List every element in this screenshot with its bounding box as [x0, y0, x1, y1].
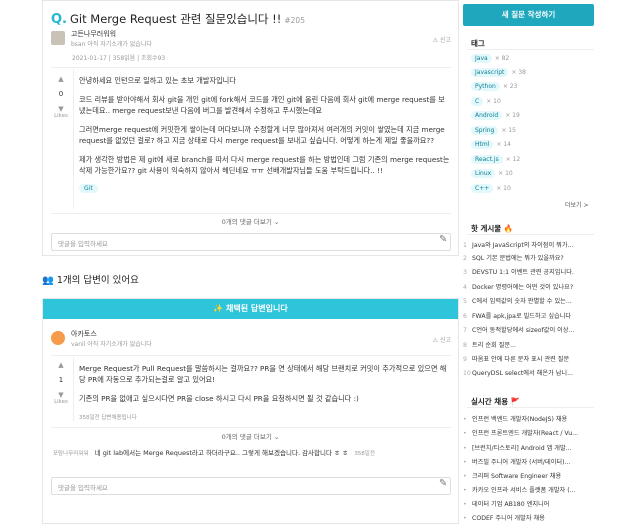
job-item[interactable]: • 인프런 프론트엔드 개발자(React / Vu...	[463, 428, 594, 437]
question-card: Q. Git Merge Request 관련 질문있습니다 !! #205 고든나…	[42, 0, 459, 256]
jobs-heading: 실시간 채용 🚩	[471, 397, 521, 406]
job-item[interactable]: • [브런치/티스토리] Android 앱 개발...	[463, 443, 594, 452]
question-author: 고든나무러워워 bsan 아직 자기소개가 없습니다 ⚠ 신고	[51, 29, 451, 49]
job-item[interactable]: • 크리퍼 Software Engineer 채용	[463, 471, 594, 480]
accepted-banner: ✨ 채택된 답변입니다	[43, 299, 458, 319]
upvote-icon[interactable]: ▲	[51, 75, 71, 83]
question-body: 안녕하세요 인턴으로 일하고 있는 초보 개발자입니다 코드 리뷰를 받아야해서…	[79, 76, 450, 193]
vote-divider	[73, 69, 74, 209]
divider	[467, 407, 594, 408]
hot-post-item[interactable]: 5 C에서 입력값의 숫자 판별할 수 있는...	[463, 296, 594, 305]
tag-cpp[interactable]: C++ × 10	[471, 184, 511, 193]
tag-android[interactable]: Android × 19	[471, 111, 520, 120]
comment-input[interactable]: 댓글을 입력하세요	[51, 477, 451, 495]
answer-card: ✨ 채택된 답변입니다 아카토스 vanil 아직 자기소개가 없습니다 ⚠ 신…	[42, 298, 459, 524]
likes-label: Likes	[54, 399, 68, 405]
more-comments-link[interactable]: 0개의 댓글 더보기 ⌄	[43, 431, 458, 441]
hot-post-item[interactable]: 4 Docker 명령어에는 어떤 것이 있나요?	[463, 282, 594, 291]
tag-python[interactable]: Python × 23	[471, 82, 517, 91]
author-name[interactable]: 아카토스	[71, 329, 97, 339]
main-content: Q. Git Merge Request 관련 질문있습니다 !! #205 고든나…	[42, 0, 459, 524]
report-button[interactable]: ⚠ 신고	[433, 35, 451, 44]
vote-count: 0	[58, 90, 64, 98]
report-button[interactable]: ⚠ 신고	[433, 335, 451, 344]
answer-body: Merge Request가 Pull Request를 말씀하시는 걸까요??…	[79, 364, 447, 403]
answer-vote: ▲ 1 ▼ Likes	[51, 361, 71, 405]
comment-text: 네 git lab에서는 Merge Request라고 하더라구요.. 그렇게…	[94, 449, 349, 457]
answer-meta: 358일전 답변채용됩니다	[79, 415, 137, 421]
tag-linux[interactable]: Linux × 10	[471, 169, 513, 178]
comment-item: 포탐나무러워워 네 git lab에서는 Merge Request라고 하더라…	[53, 447, 453, 459]
hot-post-item[interactable]: 2 SQL 기본 문법에는 뭐가 있을까요?	[463, 253, 594, 262]
comment-author[interactable]: 포탐나무러워워	[53, 451, 88, 457]
q-logo-icon: Q.	[51, 12, 67, 27]
tag-git[interactable]: Git	[79, 184, 98, 193]
vote-divider	[73, 357, 74, 421]
job-item[interactable]: • 데이터 기업 AB180 엔지니어	[463, 499, 594, 508]
hot-post-item[interactable]: 1 Java와 JavaScript의 차이점이 뭐가...	[463, 240, 594, 249]
divider	[51, 67, 451, 68]
vote-count: 1	[58, 376, 64, 384]
new-question-button[interactable]: 새 질문 작성하기	[463, 4, 594, 26]
hot-post-item[interactable]: 7 C언어 동적할당에서 sizeof값이 이상...	[463, 325, 594, 334]
divider	[467, 49, 594, 50]
job-item[interactable]: • 카카오 인프라 서비스 플랫폼 개발자 (...	[463, 485, 594, 494]
tag-spring[interactable]: Spring × 15	[471, 126, 516, 135]
hot-post-item[interactable]: 10QueryDSL select에서 해온가 납니...	[463, 368, 594, 377]
tag-reactjs[interactable]: React.js × 12	[471, 155, 520, 164]
comment-input[interactable]: 댓글을 입력하세요	[51, 233, 451, 251]
tags-more-link[interactable]: 더보기 >	[565, 200, 589, 209]
divider	[51, 355, 451, 356]
tag-html[interactable]: Html × 14	[471, 140, 511, 149]
tags-heading: 태그	[471, 39, 485, 48]
hot-post-item[interactable]: 3 DEVSTU 1:1 이벤트 관련 공지입니다.	[463, 267, 594, 276]
hot-post-item[interactable]: 6 FWA를 apk,jpa로 빌드하고 싶습니다	[463, 311, 594, 320]
hot-post-item[interactable]: 9 따옴표 안에 다른 문자 표시 관련 질문	[463, 354, 594, 363]
likes-label: Likes	[54, 113, 68, 119]
job-item[interactable]: • 버즈빌 주니어 개발자 (서버/데이터)...	[463, 457, 594, 466]
question-meta: 2021-01-17 | 358읽음 | 조회수93	[72, 55, 166, 62]
divider	[467, 234, 594, 235]
comment-time: 358일전	[354, 451, 375, 457]
people-icon: 👥	[42, 275, 54, 286]
pencil-icon[interactable]: ✎	[439, 478, 455, 494]
downvote-icon[interactable]: ▼	[51, 105, 71, 113]
siren-icon: ⚠	[432, 337, 439, 344]
hot-posts-heading: 핫 게시물 🔥	[471, 224, 514, 233]
author-info: vanil 아직 자기소개가 없습니다	[71, 341, 152, 348]
author-name[interactable]: 고든나무러워워	[71, 29, 116, 39]
question-number: #205	[284, 16, 305, 25]
more-comments-link[interactable]: 0개의 댓글 더보기 ⌄	[43, 216, 458, 226]
question-title: Q. Git Merge Request 관련 질문있습니다 !! #205	[51, 12, 305, 27]
avatar[interactable]	[51, 331, 65, 345]
avatar[interactable]	[51, 31, 65, 45]
tag-javascript[interactable]: Javascript × 38	[471, 68, 526, 77]
siren-icon: ⚠	[432, 37, 439, 44]
upvote-icon[interactable]: ▲	[51, 361, 71, 369]
divider	[51, 427, 451, 428]
tag-c[interactable]: C × 10	[471, 97, 501, 106]
tag-java[interactable]: Java × 82	[471, 54, 509, 63]
answers-count: 👥 1개의 답변이 있어요	[42, 275, 139, 286]
question-vote: ▲ 0 ▼ Likes	[51, 75, 71, 119]
answer-author: 아카토스 vanil 아직 자기소개가 없습니다 ⚠ 신고	[51, 329, 451, 349]
downvote-icon[interactable]: ▼	[51, 391, 71, 399]
hot-post-item[interactable]: 8 트리 순회 질문...	[463, 340, 594, 349]
job-item[interactable]: • 인프런 백엔드 개발자(NodeJS) 채용	[463, 414, 594, 423]
pencil-icon[interactable]: ✎	[439, 234, 455, 250]
job-item[interactable]: • CODEF 주니어 개발자 채용	[463, 513, 594, 522]
author-info: bsan 아직 자기소개가 없습니다	[71, 41, 152, 48]
divider	[51, 213, 451, 214]
